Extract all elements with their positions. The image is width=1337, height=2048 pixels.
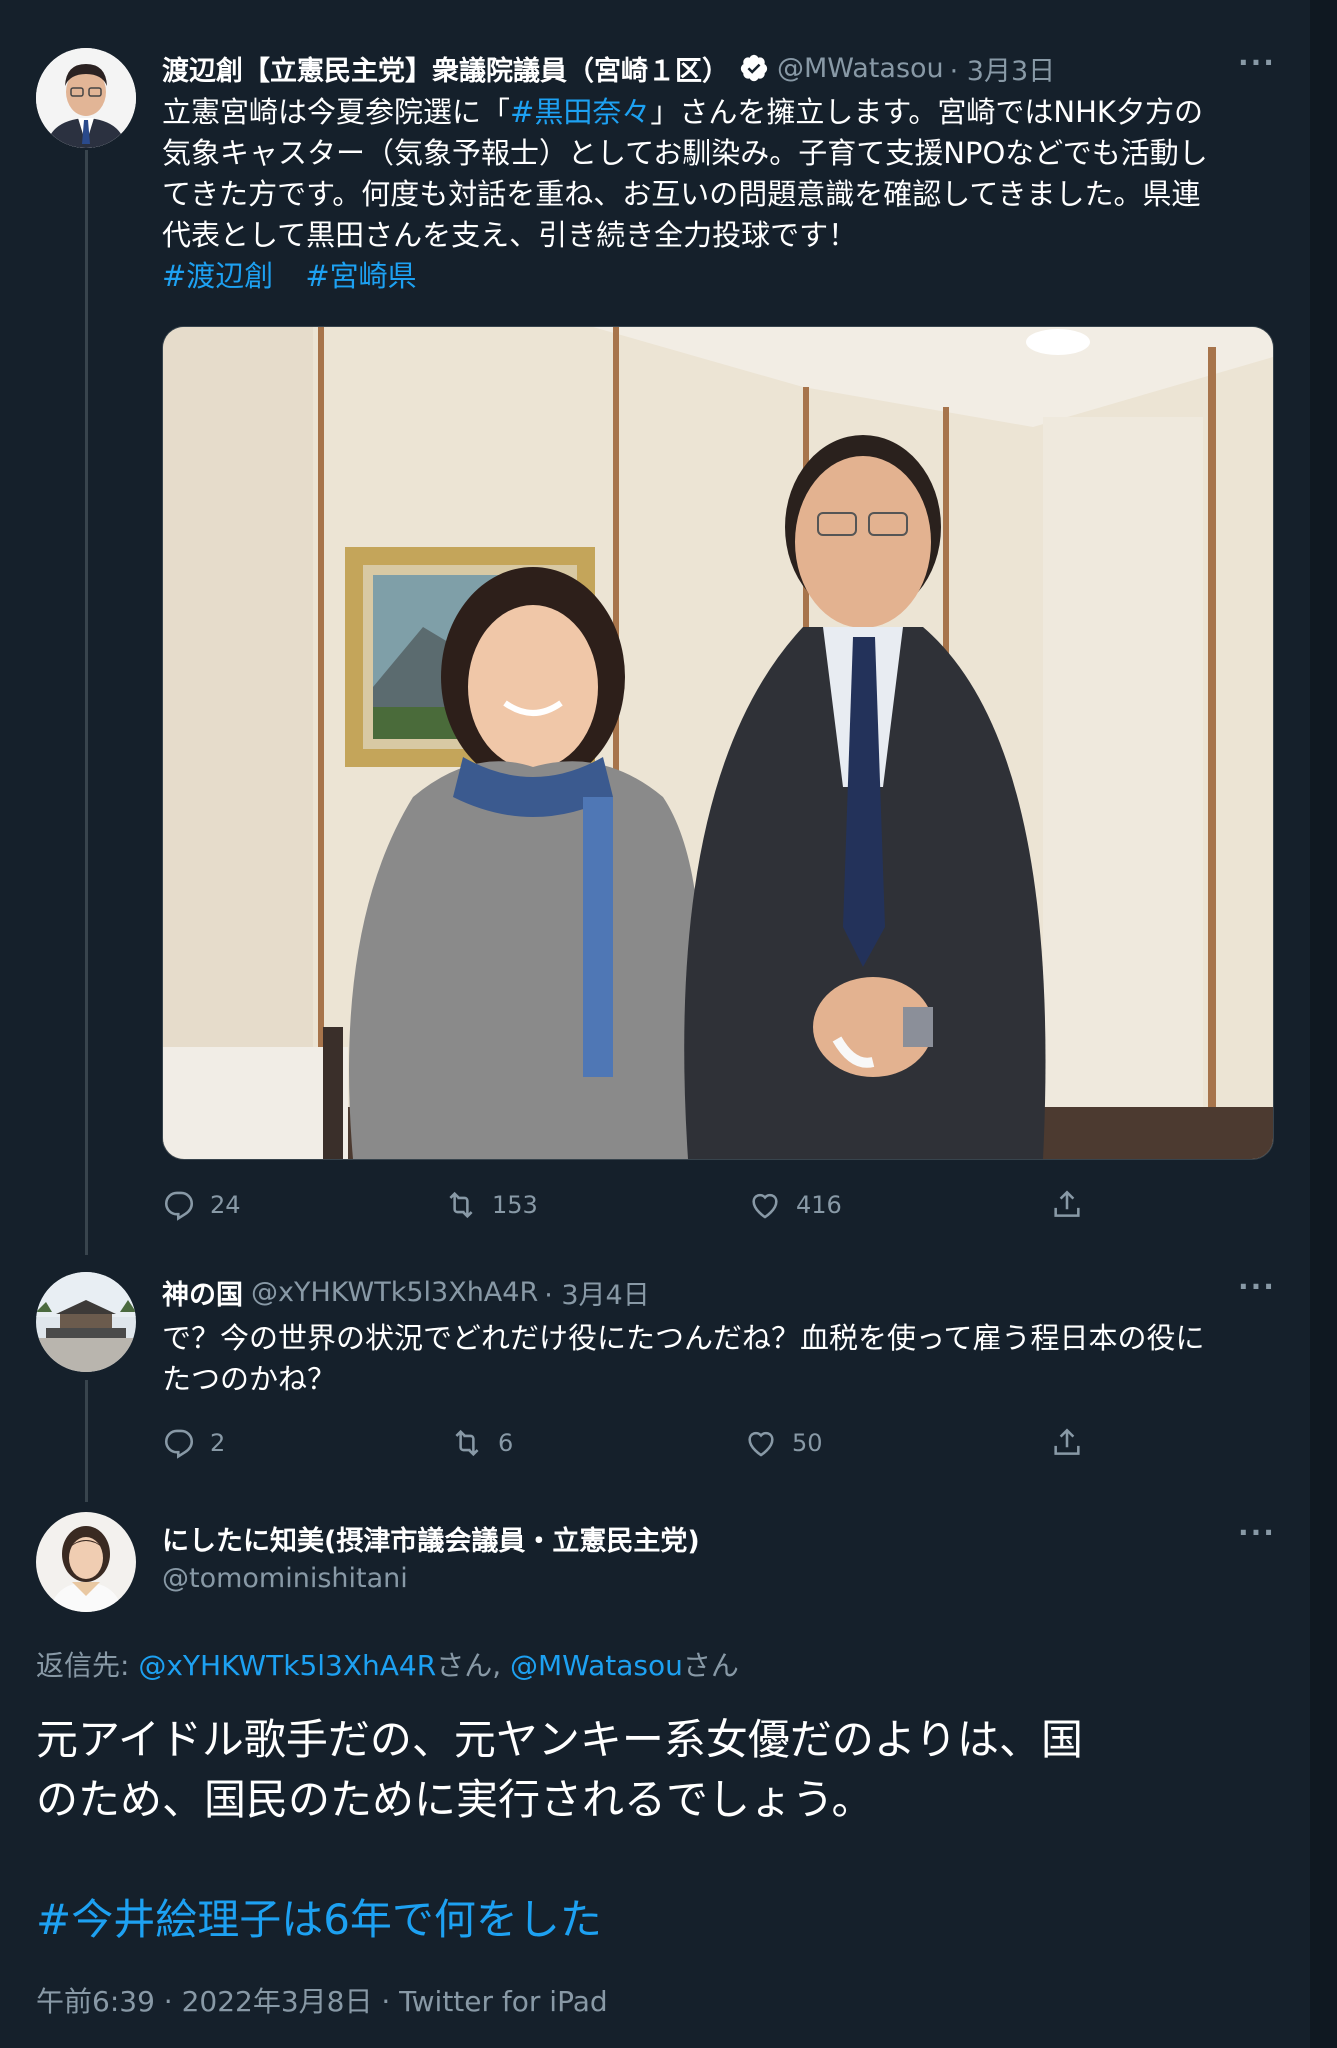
avatar-watanabe-image [36,48,136,148]
tweet1-line-4: 代表として黒田さんを支え、引き続き全力投球です！ [162,218,858,252]
tweet1-like-count: 416 [796,1191,842,1219]
thread-line-1 [85,150,88,1255]
tweet1-line-3: てきた方です。何度も対話を重ね、お互いの問題意識を確認してきました。県連 [162,177,1201,211]
avatar-kaminokuni[interactable] [36,1272,136,1372]
tweet3-line-2: のため、国民のために実行されるでしょう。 [36,1775,874,1824]
tweet1-share-button[interactable] [1050,1188,1084,1222]
tweet2-date[interactable]: · 3月4日 [544,1273,650,1312]
tweet1-retweet-button[interactable]: 153 [444,1188,538,1222]
thread-line-2 [85,1380,88,1502]
tweet3-meta[interactable]: 午前6:39 · 2022年3月8日 · Twitter for iPad [36,1980,608,2020]
retweet-icon [449,1191,473,1219]
tweet3-spacer [36,1830,1296,1890]
reply-to-xYHKWTk5l3XhA4R[interactable]: @xYHKWTk5l3XhA4R [138,1649,436,1682]
tweet1-more-button[interactable]: ··· [1238,46,1276,79]
tweet2-handle[interactable]: @xYHKWTk5l3XhA4R [251,1277,538,1308]
tweet2-reply-count: 2 [210,1429,226,1457]
tweet2-share-button[interactable] [1050,1426,1084,1460]
tweet1-reply-button[interactable]: 24 [162,1188,241,1222]
tweet2-more-button[interactable]: ··· [1238,1270,1276,1303]
tweet1-line-1: 立憲宮崎は今夏参院選に「#黒田奈々」さんを擁立します。宮崎ではNHK夕方の [162,95,1203,129]
avatar-nishitani-image [36,1512,136,1612]
avatar-nishitani[interactable] [36,1512,136,1612]
heart-icon [752,1193,778,1219]
tweet1-handle[interactable]: @MWatasou [777,53,944,84]
tweet1-photo-image [163,327,1273,1159]
tweet1-hashtags: #渡辺創 #宮崎県 [162,256,1282,297]
tweet1-date[interactable]: · 3月3日 [950,49,1056,88]
tweet2-text: で？今の世界の状況でどれだけ役にたつんだね？血税を使って雇う程日本の役に たつの… [162,1318,1282,1400]
verified-badge-icon [739,53,769,83]
avatar-kaminokuni-image [36,1272,136,1372]
tweet1-like-button[interactable]: 416 [748,1188,842,1222]
tweet2-line-2: たつのかね？ [162,1362,337,1396]
tweet1-photo[interactable] [162,326,1274,1160]
right-edge [1310,0,1337,2048]
tweet2-header: 神の国 @xYHKWTk5l3XhA4R · 3月4日 [162,1272,650,1312]
tweet1-author-name[interactable]: 渡辺創【立憲民主党】衆議院議員（宮崎１区） [162,49,729,88]
share-icon [1054,1190,1080,1217]
tweet3-reply-context: 返信先: @xYHKWTk5l3XhA4Rさん, @MWatasouさん [36,1649,739,1682]
tweet1-reply-count: 24 [210,1191,241,1219]
tweet2-actions: 2 6 50 [162,1422,1292,1466]
tweet3-author-name[interactable]: にしたに知美(摂津市議会議員・立憲民主党) [162,1519,700,1558]
tweet2-reply-button[interactable]: 2 [162,1426,225,1460]
tweet2-retweet-count: 6 [498,1429,514,1457]
tweet2-author-name[interactable]: 神の国 [162,1273,243,1312]
hashtag-imai[interactable]: #今井絵理子は6年で何をした [36,1890,1296,1950]
hashtag-miyazaki[interactable]: #宮崎県 [305,259,416,293]
tweet3-text: 元アイドル歌手だの、元ヤンキー系女優だのよりは、国 のため、国民のために実行され… [36,1710,1296,1950]
reply-icon [165,1191,194,1221]
retweet-icon [455,1429,479,1457]
hashtag-watanabe[interactable]: #渡辺創 [162,259,273,293]
avatar-watanabe[interactable] [36,48,136,148]
tweet3-more-button[interactable]: ··· [1238,1516,1276,1549]
tweet2-like-button[interactable]: 50 [744,1426,823,1460]
tweet1-actions: 24 153 416 [162,1184,1292,1228]
tweet2-line-1: で？今の世界の状況でどれだけ役にたつんだね？血税を使って雇う程日本の役に [162,1321,1205,1355]
tweet2-retweet-button[interactable]: 6 [450,1426,513,1460]
tweet1-header: 渡辺創【立憲民主党】衆議院議員（宮崎１区） @MWatasou · 3月3日 [162,48,1055,88]
tweet2-like-count: 50 [792,1429,823,1457]
tweet1-retweet-count: 153 [492,1191,538,1219]
heart-icon [748,1431,774,1457]
share-icon [1054,1428,1080,1455]
tweet3-line-1: 元アイドル歌手だの、元ヤンキー系女優だのよりは、国 [36,1715,1084,1764]
tweet1-text: 立憲宮崎は今夏参院選に「#黒田奈々」さんを擁立します。宮崎ではNHK夕方の 気象… [162,92,1282,297]
tweet3-name-row: にしたに知美(摂津市議会議員・立憲民主党) [162,1518,700,1558]
hashtag-kuroda[interactable]: #黒田奈々 [510,95,650,129]
reply-icon [165,1429,194,1459]
tweet3-handle[interactable]: @tomominishitani [162,1563,408,1594]
tweet3-handle-row: @tomominishitani [162,1558,408,1598]
tweet1-line-2: 気象キャスター（気象予報士）としてお馴染み。子育て支援NPOなどでも活動し [162,136,1208,170]
reply-to-MWatasou[interactable]: @MWatasou [510,1649,683,1682]
